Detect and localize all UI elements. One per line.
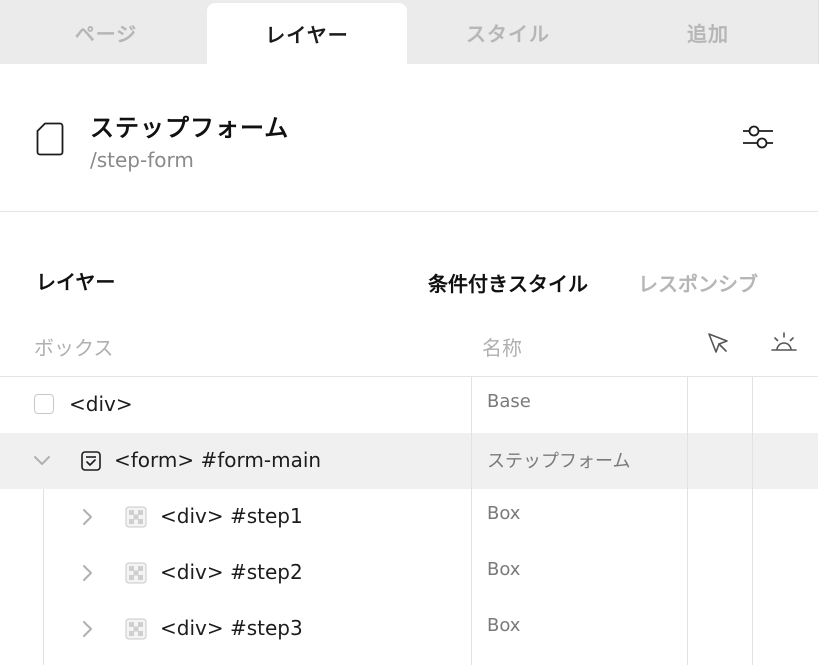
column-header-name: 名称 (482, 336, 522, 360)
form-icon (80, 450, 102, 476)
row-checkbox[interactable] (34, 394, 54, 414)
table-row[interactable]: <div> #step2 Box (0, 545, 818, 601)
page-header: ステップフォーム /step-form (0, 64, 818, 212)
column-header-box: ボックス (34, 336, 114, 360)
layer-name: Box (487, 615, 521, 636)
table-row[interactable]: <div> #step3 Box (0, 601, 818, 657)
chevron-down-icon[interactable] (32, 453, 52, 473)
layer-tree: <div> Base <form> #form-main ステップフォーム <d… (0, 376, 818, 665)
chevron-right-icon[interactable] (80, 619, 96, 643)
chevron-right-icon[interactable] (80, 563, 96, 587)
layer-name: ステップフォーム (487, 451, 631, 472)
layer-label: <div> #step3 (160, 616, 303, 640)
sunrise-icon[interactable] (770, 330, 798, 362)
tab-bar: ページ レイヤー スタイル 追加 (0, 0, 819, 64)
conditional-style-tab[interactable]: 条件付きスタイル (428, 268, 588, 297)
checker-icon (125, 562, 147, 588)
layer-name: Base (487, 391, 531, 412)
layer-name: Box (487, 559, 521, 580)
tab-style[interactable]: スタイル (408, 0, 608, 64)
document-icon (36, 122, 64, 160)
tab-page[interactable]: ページ (6, 0, 206, 64)
table-row[interactable]: <div> #step1 Box (0, 489, 818, 545)
page-settings-button[interactable] (738, 122, 778, 156)
responsive-tab[interactable]: レスポンシブ (638, 268, 758, 297)
layer-label: <div> #step2 (160, 560, 303, 584)
tab-layer[interactable]: レイヤー (207, 3, 407, 64)
layer-label: <div> (69, 392, 133, 416)
sliders-icon (741, 122, 775, 156)
layers-heading: レイヤー (36, 270, 116, 294)
layer-label: <div> #step1 (160, 504, 303, 528)
page-path: /step-form (90, 148, 194, 172)
cursor-icon[interactable] (705, 330, 733, 362)
layer-name: Box (487, 503, 521, 524)
table-row[interactable]: <form> #form-main ステップフォーム (0, 433, 818, 489)
page-title: ステップフォーム (90, 114, 290, 142)
checker-icon (125, 506, 147, 532)
table-row[interactable]: <div> Base (0, 377, 818, 433)
layer-label: <form> #form-main (114, 448, 322, 472)
chevron-right-icon[interactable] (80, 507, 96, 531)
checker-icon (125, 618, 147, 644)
tab-add[interactable]: 追加 (608, 0, 808, 64)
